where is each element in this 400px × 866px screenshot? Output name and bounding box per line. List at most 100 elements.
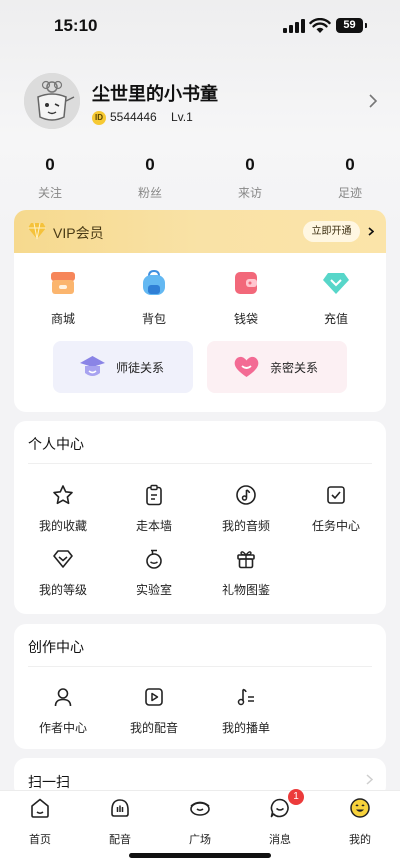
grid-label: 我的配音 — [129, 721, 178, 735]
tab-label: 我的 — [349, 834, 371, 846]
playlist-icon — [237, 688, 254, 706]
grid-item-author-center[interactable]: 作者中心 — [23, 686, 103, 736]
grid-label: 作者中心 — [38, 721, 87, 735]
stat-value: 0 — [45, 155, 55, 174]
profile-header[interactable]: 尘世里的小书童 ID 5544446 Lv.1 — [0, 70, 400, 140]
dubbing-icon — [111, 799, 129, 817]
stat-label: 粉丝 — [137, 186, 162, 200]
user-level: Lv.1 — [171, 110, 193, 124]
grid-item-favorites[interactable]: 我的收藏 — [23, 484, 103, 534]
divider — [28, 666, 372, 667]
avatar[interactable] — [24, 73, 80, 129]
personal-center-card: 个人中心 我的收藏 走本墙 我的音频 任务中心 我的等级 实验室 礼物图鉴 — [14, 421, 386, 614]
grid-label: 我的播单 — [221, 721, 270, 735]
grid-label: 我的音频 — [221, 519, 270, 533]
music-icon — [236, 485, 256, 505]
mentor-icon — [80, 356, 105, 376]
tab-label: 配音 — [109, 834, 131, 846]
creation-center-card: 创作中心 作者中心 我的配音 我的播单 — [14, 624, 386, 749]
grid-label: 任务中心 — [311, 519, 360, 533]
relation-label: 师徒关系 — [116, 361, 165, 375]
scan-title: 扫一扫 — [28, 774, 70, 790]
plaza-icon — [190, 801, 210, 816]
message-count-badge: 1 — [288, 789, 304, 805]
message-icon — [270, 798, 289, 818]
star-icon — [53, 485, 73, 505]
stat-label: 关注 — [37, 186, 62, 200]
chevron-right-icon[interactable] — [368, 227, 374, 236]
gift-icon — [237, 551, 255, 569]
quick-recharge[interactable]: 充值 — [301, 270, 371, 327]
tab-plaza[interactable]: 广场 — [160, 797, 240, 847]
quick-backpack[interactable]: 背包 — [119, 269, 189, 327]
grid-label: 我的收藏 — [38, 519, 87, 533]
wallet-icon — [235, 272, 257, 294]
play-icon — [145, 688, 163, 706]
quick-label: 钱袋 — [233, 312, 258, 326]
mentor-relation-button[interactable]: 师徒关系 — [53, 341, 193, 393]
relation-label: 亲密关系 — [270, 361, 319, 375]
stat-value: 0 — [245, 155, 255, 174]
tab-mine[interactable]: 我的 — [320, 797, 400, 847]
level-icon — [53, 550, 73, 568]
stats-row: 0 关注 0 粉丝 0 来访 0 足迹 — [0, 155, 400, 200]
grid-item-my-playlist[interactable]: 我的播单 — [206, 686, 286, 736]
heart-icon — [234, 356, 259, 377]
stat-value: 0 — [345, 155, 355, 174]
intimate-relation-button[interactable]: 亲密关系 — [207, 341, 347, 393]
cellular-signal-icon — [283, 19, 305, 33]
stat-label: 足迹 — [337, 186, 362, 200]
section-title: 个人中心 — [28, 436, 84, 452]
stat-value: 0 — [145, 155, 155, 174]
grid-item-wall[interactable]: 走本墙 — [114, 484, 194, 534]
quick-label: 商城 — [50, 312, 75, 326]
id-badge: ID — [92, 111, 106, 125]
grid-item-audio[interactable]: 我的音频 — [206, 484, 286, 534]
home-icon — [31, 798, 49, 818]
grid-label: 我的等级 — [38, 583, 87, 597]
wifi-icon — [309, 18, 331, 33]
quick-actions: 商城 背包 钱袋 充值 — [14, 269, 386, 327]
grid-item-gifts[interactable]: 礼物图鉴 — [206, 548, 286, 598]
tab-label: 首页 — [29, 834, 51, 846]
quick-label: 背包 — [141, 312, 166, 326]
author-icon — [54, 688, 72, 707]
grid-item-tasks[interactable]: 任务中心 — [296, 484, 376, 534]
grid-item-lab[interactable]: 实验室 — [114, 548, 194, 598]
grid-item-my-dubbing[interactable]: 我的配音 — [114, 686, 194, 736]
activate-vip-button[interactable]: 立即开通 — [303, 221, 360, 242]
status-time: 15:10 — [54, 16, 98, 35]
stat-visitors[interactable]: 0 来访 — [210, 155, 290, 201]
vip-card: VIP会员 立即开通 商城 背包 钱袋 充值 师徒关系 亲密关系 — [14, 210, 386, 412]
tab-home[interactable]: 首页 — [0, 797, 80, 847]
stat-following[interactable]: 0 关注 — [10, 155, 90, 201]
chevron-right-icon[interactable] — [368, 94, 378, 108]
clipboard-icon — [146, 484, 162, 506]
grid-item-level[interactable]: 我的等级 — [23, 548, 103, 598]
backpack-icon — [143, 269, 165, 295]
battery-icon: 59 — [336, 18, 367, 33]
divider — [28, 463, 372, 464]
vip-diamond-icon — [28, 222, 46, 240]
diamond-icon — [323, 273, 349, 294]
section-title: 创作中心 — [28, 639, 84, 655]
quick-wallet[interactable]: 钱袋 — [211, 270, 281, 327]
tab-label: 广场 — [189, 834, 211, 846]
quick-label: 充值 — [323, 312, 348, 326]
chevron-right-icon — [366, 774, 373, 785]
tab-label: 消息 — [269, 834, 291, 846]
stat-label: 来访 — [237, 186, 262, 200]
home-indicator — [129, 853, 271, 858]
grid-label: 实验室 — [135, 583, 172, 597]
stat-footprints[interactable]: 0 足迹 — [310, 155, 390, 201]
stat-followers[interactable]: 0 粉丝 — [110, 155, 190, 201]
shop-icon — [51, 272, 75, 294]
lab-icon — [146, 549, 162, 569]
status-bar: 15:10 59 — [0, 0, 400, 52]
grid-label: 礼物图鉴 — [221, 583, 270, 597]
vip-banner[interactable]: VIP会员 立即开通 — [14, 210, 386, 253]
quick-shop[interactable]: 商城 — [28, 270, 98, 327]
tab-dubbing[interactable]: 配音 — [80, 797, 160, 847]
tab-messages[interactable]: 消息 — [240, 797, 320, 847]
profile-icon — [350, 798, 370, 818]
